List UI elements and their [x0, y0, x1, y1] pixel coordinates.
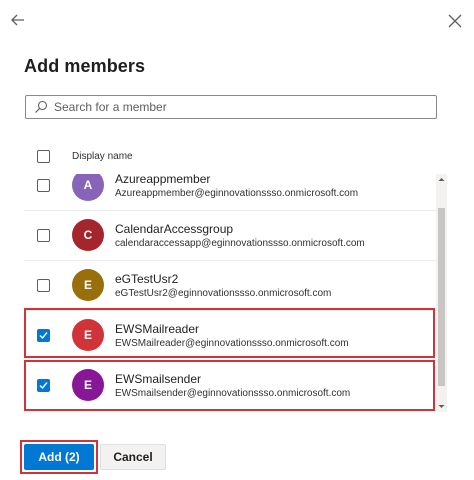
list-item[interactable]: E eGTestUsr2 eGTestUsr2@eginnovationssso…	[24, 261, 436, 311]
avatar: C	[72, 219, 104, 251]
cancel-button[interactable]: Cancel	[100, 444, 166, 470]
checkmark-icon	[39, 382, 48, 390]
list-item[interactable]: C CalendarAccessgroup calendaraccessapp@…	[24, 211, 436, 261]
row-checkbox[interactable]	[37, 279, 50, 292]
select-all-checkbox[interactable]	[37, 150, 50, 163]
member-name: Azureappmember	[115, 174, 211, 186]
member-email: EWSMailreader@eginnovationssso.onmicroso…	[115, 338, 349, 349]
list-item[interactable]: E EWSmailsender EWSmailsender@eginnovati…	[24, 361, 436, 411]
member-name: EWSmailsender	[115, 372, 202, 386]
member-name: EWSMailreader	[115, 322, 200, 336]
member-email: Azureappmember@eginnovationssso.onmicros…	[115, 188, 359, 199]
page-title: Add members	[24, 56, 146, 76]
member-email: EWSmailsender@eginnovationssso.onmicroso…	[115, 388, 351, 399]
avatar: E	[72, 369, 104, 401]
scroll-up-icon[interactable]	[436, 174, 447, 185]
member-name: CalendarAccessgroup	[115, 222, 234, 236]
add-button[interactable]: Add (2)	[24, 444, 94, 470]
avatar: A	[72, 174, 104, 201]
checkmark-icon	[39, 332, 48, 340]
row-checkbox[interactable]	[37, 379, 50, 392]
member-email: calendaraccessapp@eginnovationssso.onmic…	[115, 238, 365, 249]
panel-header	[0, 0, 474, 42]
list-scrollbar[interactable]	[436, 174, 447, 412]
member-name: eGTestUsr2	[115, 272, 179, 286]
row-checkbox[interactable]	[37, 229, 50, 242]
scroll-down-icon[interactable]	[436, 401, 447, 412]
close-icon[interactable]	[446, 12, 464, 30]
search-icon	[35, 100, 48, 113]
row-checkbox[interactable]	[37, 329, 50, 342]
avatar: E	[72, 269, 104, 301]
search-box[interactable]	[25, 95, 437, 119]
row-checkbox[interactable]	[37, 179, 50, 192]
arrow-left-icon[interactable]	[8, 10, 28, 30]
avatar: E	[72, 319, 104, 351]
list-item[interactable]: E EWSMailreader EWSMailreader@eginnovati…	[24, 311, 436, 361]
list-item[interactable]: A Azureappmember Azureappmember@eginnova…	[24, 174, 436, 211]
column-header-display-name: Display name	[72, 151, 133, 162]
member-email: eGTestUsr2@eginnovationssso.onmicrosoft.…	[115, 288, 332, 299]
search-input[interactable]	[54, 97, 424, 117]
scrollbar-thumb[interactable]	[438, 208, 445, 386]
member-list[interactable]: A Azureappmember Azureappmember@eginnova…	[24, 174, 436, 412]
list-header: Display name	[24, 140, 436, 174]
